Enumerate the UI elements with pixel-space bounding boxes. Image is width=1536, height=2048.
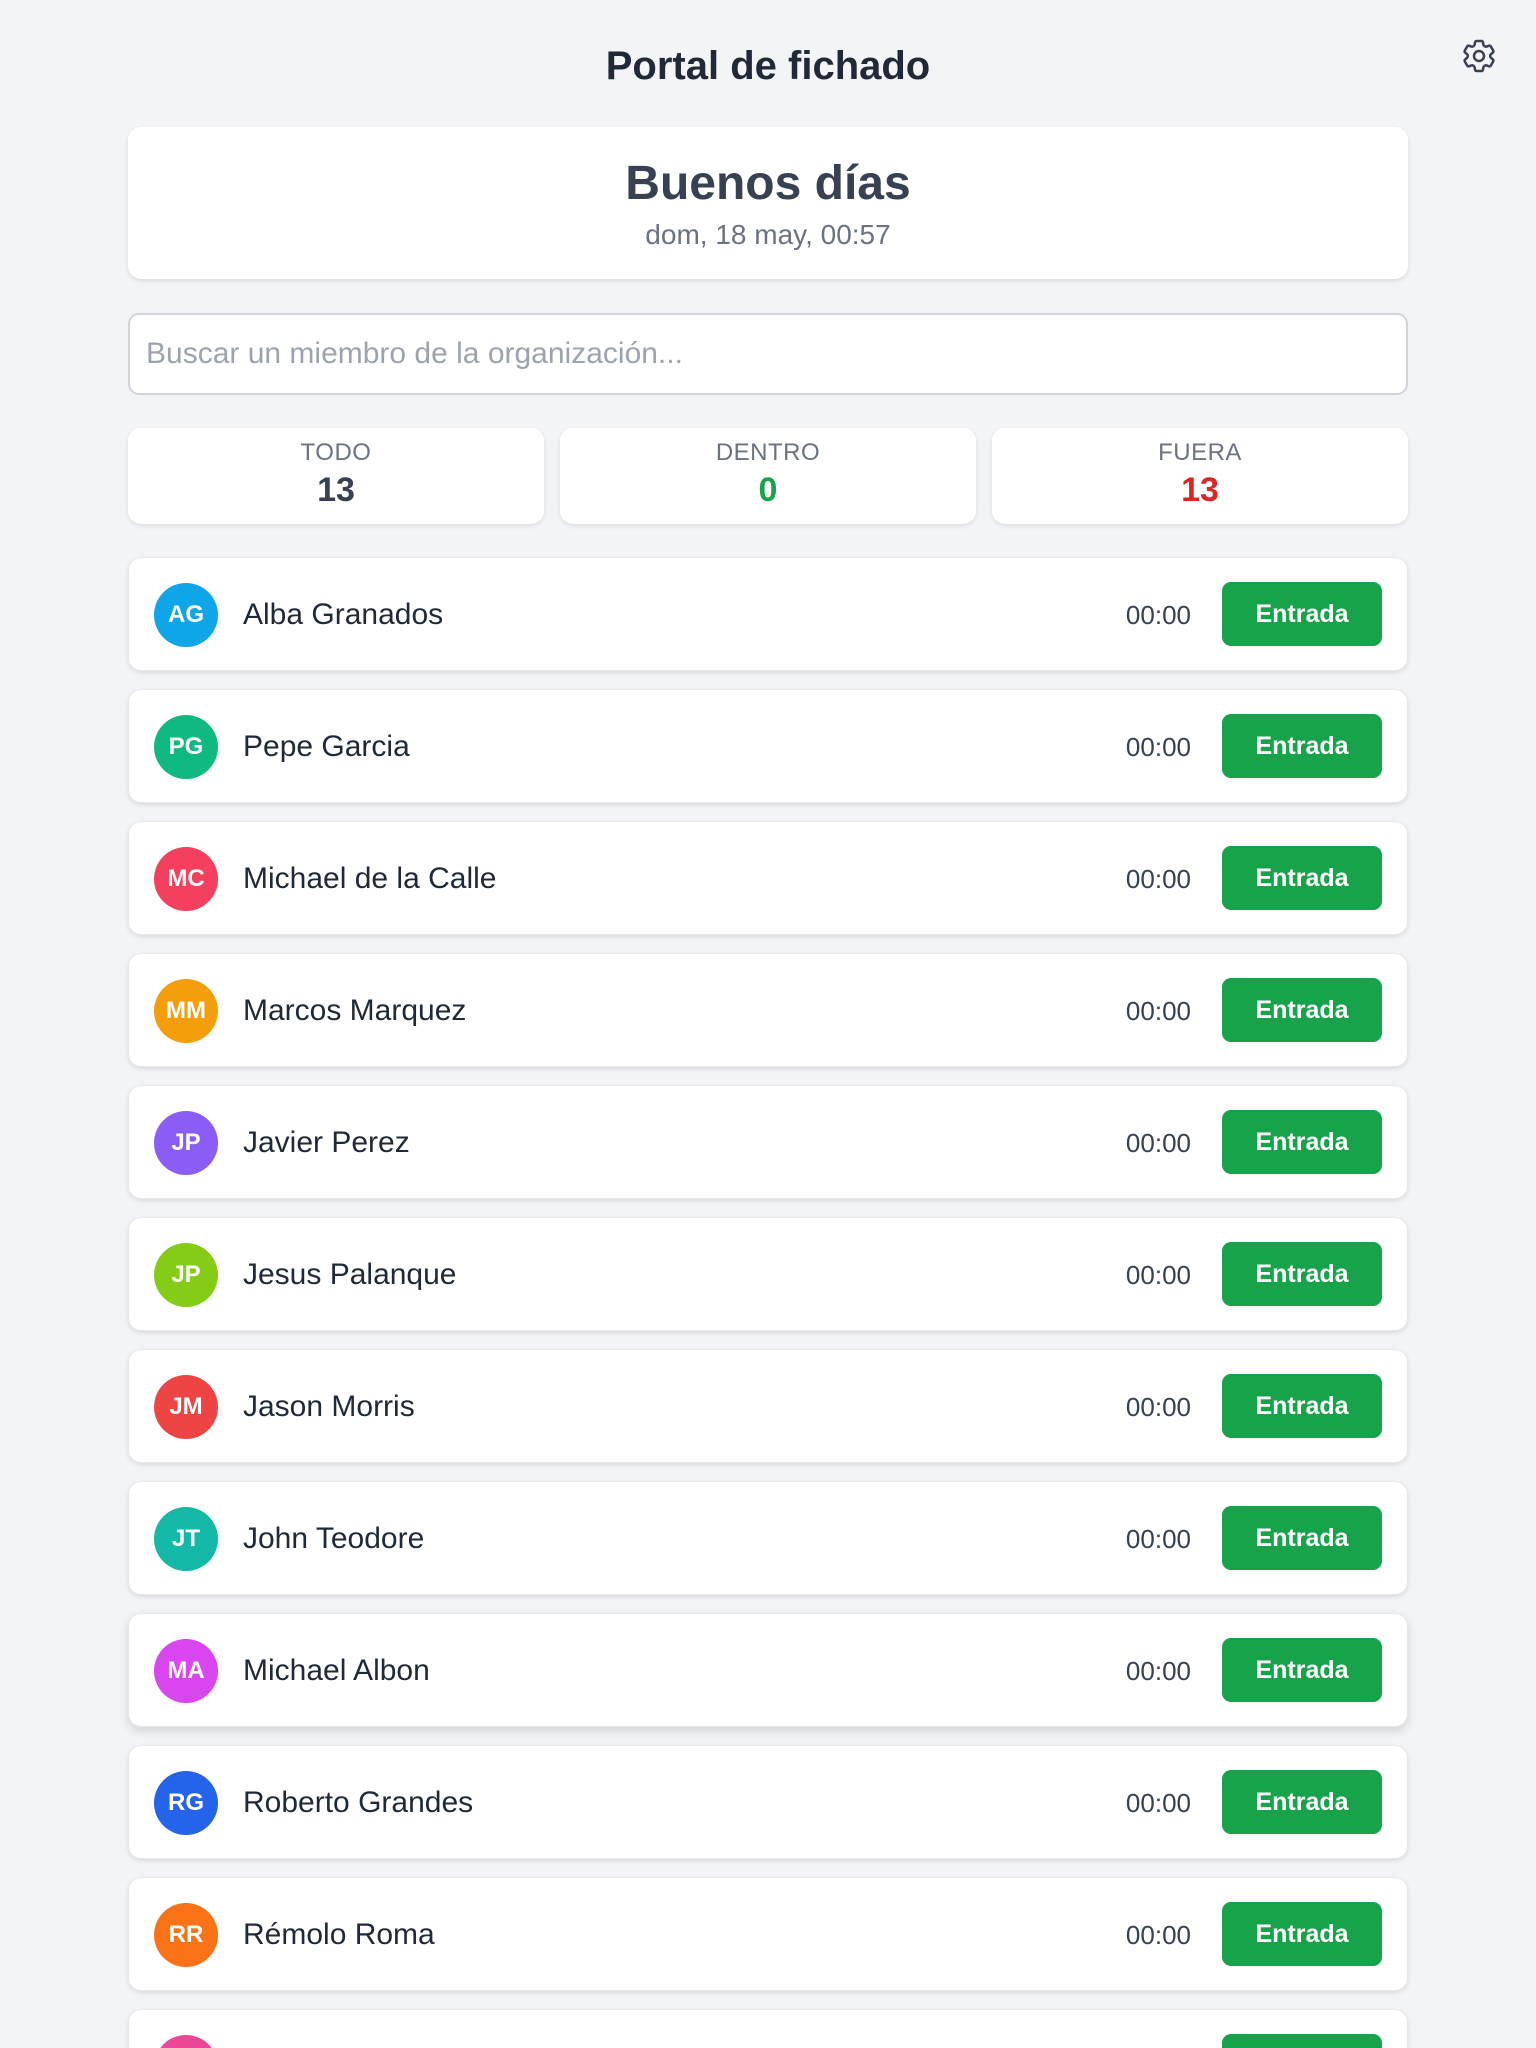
worked-time (1099, 2010, 1191, 2048)
current-date: dom, 18 may, 00:57 (645, 218, 891, 250)
stat-in[interactable]: DENTRO 0 (560, 428, 976, 524)
clock-in-button[interactable]: Entrada (1222, 978, 1382, 1042)
clock-in-button[interactable]: Entrada (1222, 1770, 1382, 1834)
clock-in-button[interactable]: Entrada (1222, 1242, 1382, 1306)
worked-time: 00:00 (1125, 1787, 1191, 1818)
worked-time: 00:00 (1125, 731, 1191, 762)
avatar: JP (154, 1243, 218, 1307)
settings-button[interactable] (1456, 33, 1502, 79)
stat-all[interactable]: TODO 13 (128, 428, 544, 524)
clock-in-button[interactable]: Entrada (1222, 714, 1382, 778)
member-name: John Teodore (243, 1522, 425, 1555)
greeting-card: Buenos días dom, 18 may, 00:57 (128, 127, 1408, 279)
member-name: Jason Morris (243, 1390, 415, 1423)
clock-in-button[interactable]: Entrada (1222, 1638, 1382, 1702)
stat-in-value: 0 (758, 471, 778, 509)
member-name: Pepe Garcia (243, 730, 410, 763)
clock-in-button[interactable] (1222, 2034, 1382, 2048)
member-name: Roberto Grandes (243, 1786, 474, 1819)
member-name: Jesus Palanque (243, 1258, 457, 1291)
avatar: AG (154, 583, 218, 647)
avatar (154, 2035, 218, 2048)
worked-time: 00:00 (1125, 995, 1191, 1026)
worked-time: 00:00 (1125, 863, 1191, 894)
clock-in-portal: Portal de fichado Buenos días dom, 18 ma… (0, 0, 1536, 2048)
stat-out-label: FUERA (1158, 439, 1242, 466)
avatar: JT (154, 1507, 218, 1571)
worked-time: 00:00 (1125, 1655, 1191, 1686)
member-row: JP Jesus Palanque 00:00 Entrada (128, 1217, 1408, 1331)
clock-in-button[interactable]: Entrada (1222, 1902, 1382, 1966)
avatar: RR (154, 1903, 218, 1967)
clock-in-button[interactable]: Entrada (1222, 1110, 1382, 1174)
avatar: MC (154, 847, 218, 911)
member-name: Javier Perez (243, 1126, 410, 1159)
member-row: MM Marcos Marquez 00:00 Entrada (128, 953, 1408, 1067)
stat-all-label: TODO (300, 439, 372, 466)
clock-in-button[interactable]: Entrada (1222, 1506, 1382, 1570)
avatar: PG (154, 715, 218, 779)
gear-icon (1463, 39, 1495, 73)
worked-time: 00:00 (1125, 1259, 1191, 1290)
member-name: Marcos Marquez (243, 994, 467, 1027)
member-name: Rémolo Roma (243, 1918, 435, 1951)
member-row: PG Pepe Garcia 00:00 Entrada (128, 689, 1408, 803)
avatar: JP (154, 1111, 218, 1175)
avatar: MA (154, 1639, 218, 1703)
member-row: JT John Teodore 00:00 Entrada (128, 1481, 1408, 1595)
stat-out[interactable]: FUERA 13 (992, 428, 1408, 524)
member-name: Alba Granados (243, 598, 444, 631)
member-row: RR Rémolo Roma 00:00 Entrada (128, 1877, 1408, 1991)
page-title: Portal de fichado (605, 44, 931, 88)
member-row: JP Javier Perez 00:00 Entrada (128, 1085, 1408, 1199)
worked-time: 00:00 (1125, 1391, 1191, 1422)
member-name: Michael Albon (243, 1654, 430, 1687)
greeting-title: Buenos días (625, 157, 911, 210)
worked-time: 00:00 (1125, 599, 1191, 630)
worked-time: 00:00 (1125, 1523, 1191, 1554)
worked-time: 00:00 (1125, 1919, 1191, 1950)
clock-in-button[interactable]: Entrada (1222, 1374, 1382, 1438)
avatar: RG (154, 1771, 218, 1835)
member-row (128, 2009, 1408, 2048)
worked-time: 00:00 (1125, 1127, 1191, 1158)
member-list: AG Alba Granados 00:00 Entrada PG Pepe G… (128, 557, 1408, 2048)
stat-all-value: 13 (317, 471, 355, 509)
member-name: Michael de la Calle (243, 862, 497, 895)
stat-in-label: DENTRO (715, 439, 821, 466)
member-row: MC Michael de la Calle 00:00 Entrada (128, 821, 1408, 935)
avatar: MM (154, 979, 218, 1043)
member-row: MA Michael Albon 00:00 Entrada (128, 1613, 1408, 1727)
avatar: JM (154, 1375, 218, 1439)
member-row: AG Alba Granados 00:00 Entrada (128, 557, 1408, 671)
stat-out-value: 13 (1181, 471, 1219, 509)
member-row: RG Roberto Grandes 00:00 Entrada (128, 1745, 1408, 1859)
member-row: JM Jason Morris 00:00 Entrada (128, 1349, 1408, 1463)
clock-in-button[interactable]: Entrada (1222, 582, 1382, 646)
clock-in-button[interactable]: Entrada (1222, 846, 1382, 910)
search-input[interactable] (128, 313, 1408, 395)
